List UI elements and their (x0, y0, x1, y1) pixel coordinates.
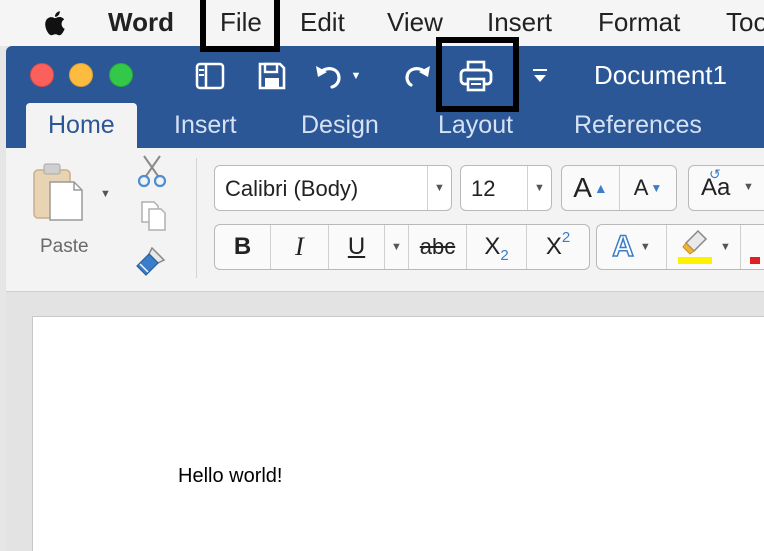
sidebar-toggle-button[interactable] (190, 56, 230, 96)
effects-group: A ▼ ▼ (596, 224, 764, 270)
document-canvas: Hello world! (6, 292, 764, 551)
change-case-dropdown-icon[interactable]: ▼ (743, 181, 754, 193)
word-window: ▼ Document1 Home Insert Design Layout Re… (6, 46, 764, 551)
font-size-adjust-group: A ▲ A ▼ (561, 165, 677, 211)
font-color-button[interactable] (741, 225, 764, 269)
highlight-button[interactable]: ▼ (667, 225, 741, 269)
superscript-mark: 2 (561, 228, 571, 246)
copy-button[interactable] (140, 200, 168, 237)
format-painter-button[interactable] (134, 244, 168, 283)
menu-app-word[interactable]: Word (108, 0, 174, 46)
scissors-icon (137, 155, 167, 188)
save-button[interactable] (252, 56, 292, 96)
paste-dropdown-icon[interactable]: ▼ (100, 188, 111, 200)
underline-button[interactable]: U (329, 225, 385, 269)
shrink-arrow-icon: ▼ (650, 181, 663, 195)
tab-design[interactable]: Design (279, 103, 401, 148)
font-name-value: Calibri (Body) (225, 176, 359, 201)
subscript-button[interactable]: X2 (467, 225, 527, 269)
subscript-label: X (484, 233, 501, 260)
save-icon (258, 62, 286, 90)
redo-icon (405, 66, 430, 87)
title-bar: ▼ Document1 Home Insert Design Layout Re… (6, 46, 764, 148)
document-title: Document1 (594, 60, 727, 90)
font-name-dropdown-icon[interactable]: ▼ (427, 166, 451, 210)
paste-label: Paste (40, 236, 89, 257)
tab-insert[interactable]: Insert (152, 103, 259, 148)
change-case-arrow-icon: ↺ (709, 166, 721, 182)
apple-logo-icon[interactable] (40, 9, 68, 37)
subscript-mark: 2 (500, 246, 509, 264)
tab-home[interactable]: Home (26, 103, 137, 148)
minimize-window-button[interactable] (69, 63, 93, 87)
grow-font-button[interactable]: A ▲ (562, 166, 620, 210)
menu-edit[interactable]: Edit (300, 0, 345, 46)
highlight-dropdown-icon: ▼ (720, 241, 731, 253)
font-size-value: 12 (471, 176, 496, 201)
paste-button[interactable]: ▼ (32, 162, 112, 232)
customize-icon (533, 69, 547, 82)
text-effects-dropdown-icon: ▼ (639, 241, 651, 253)
ribbon-separator (196, 158, 197, 278)
ribbon-home: ▼ Paste Calibri (Body) ▼ 12 ▼ A ▲ A ▼ Aa… (6, 148, 764, 292)
format-painter-icon (136, 246, 166, 276)
shrink-font-label: A (633, 175, 649, 200)
highlight-box-file-menu (200, 0, 280, 52)
close-window-button[interactable] (30, 63, 54, 87)
zoom-window-button[interactable] (109, 63, 133, 87)
cut-button[interactable] (136, 154, 168, 193)
font-size-combobox[interactable]: 12 ▼ (460, 165, 552, 211)
bold-button[interactable]: B (215, 225, 271, 269)
change-case-button[interactable]: Aa ↺ ▼ (688, 165, 764, 211)
sidebar-icon (195, 62, 225, 90)
text-effects-button[interactable]: A ▼ (597, 225, 667, 269)
undo-dropdown-icon[interactable]: ▼ (351, 70, 362, 82)
italic-button[interactable]: I (271, 225, 329, 269)
redo-button[interactable] (396, 56, 436, 96)
underline-dropdown-button[interactable]: ▼ (385, 225, 409, 269)
font-color-swatch (750, 256, 760, 264)
undo-icon (315, 66, 341, 89)
grow-arrow-icon: ▲ (593, 180, 608, 196)
paste-icon (33, 163, 83, 221)
tab-references[interactable]: References (552, 103, 724, 148)
shrink-font-button[interactable]: A ▼ (620, 166, 676, 210)
undo-button[interactable]: ▼ (312, 56, 362, 96)
superscript-label: X (545, 233, 562, 260)
font-size-dropdown-icon[interactable]: ▼ (527, 166, 551, 210)
menu-format[interactable]: Format (598, 0, 680, 46)
highlight-box-print-button (436, 37, 519, 112)
menu-view[interactable]: View (387, 0, 443, 46)
superscript-button[interactable]: X2 (527, 225, 589, 269)
document-page[interactable]: Hello world! (32, 316, 764, 551)
customize-toolbar-button[interactable] (520, 56, 560, 96)
copy-icon (141, 201, 166, 231)
underline-dropdown-icon: ▼ (391, 241, 402, 253)
grow-font-label: A (573, 172, 592, 203)
menu-tools[interactable]: Tools (726, 0, 764, 46)
document-body-text[interactable]: Hello world! (178, 465, 282, 488)
highlighter-icon (678, 229, 713, 264)
text-effects-label: A (611, 229, 634, 264)
menu-bar: Word File Edit View Insert Format Tools (0, 0, 764, 46)
text-format-group: B I U ▼ abc X2 X2 (214, 224, 590, 270)
strikethrough-button[interactable]: abc (409, 225, 467, 269)
font-name-combobox[interactable]: Calibri (Body) ▼ (214, 165, 452, 211)
